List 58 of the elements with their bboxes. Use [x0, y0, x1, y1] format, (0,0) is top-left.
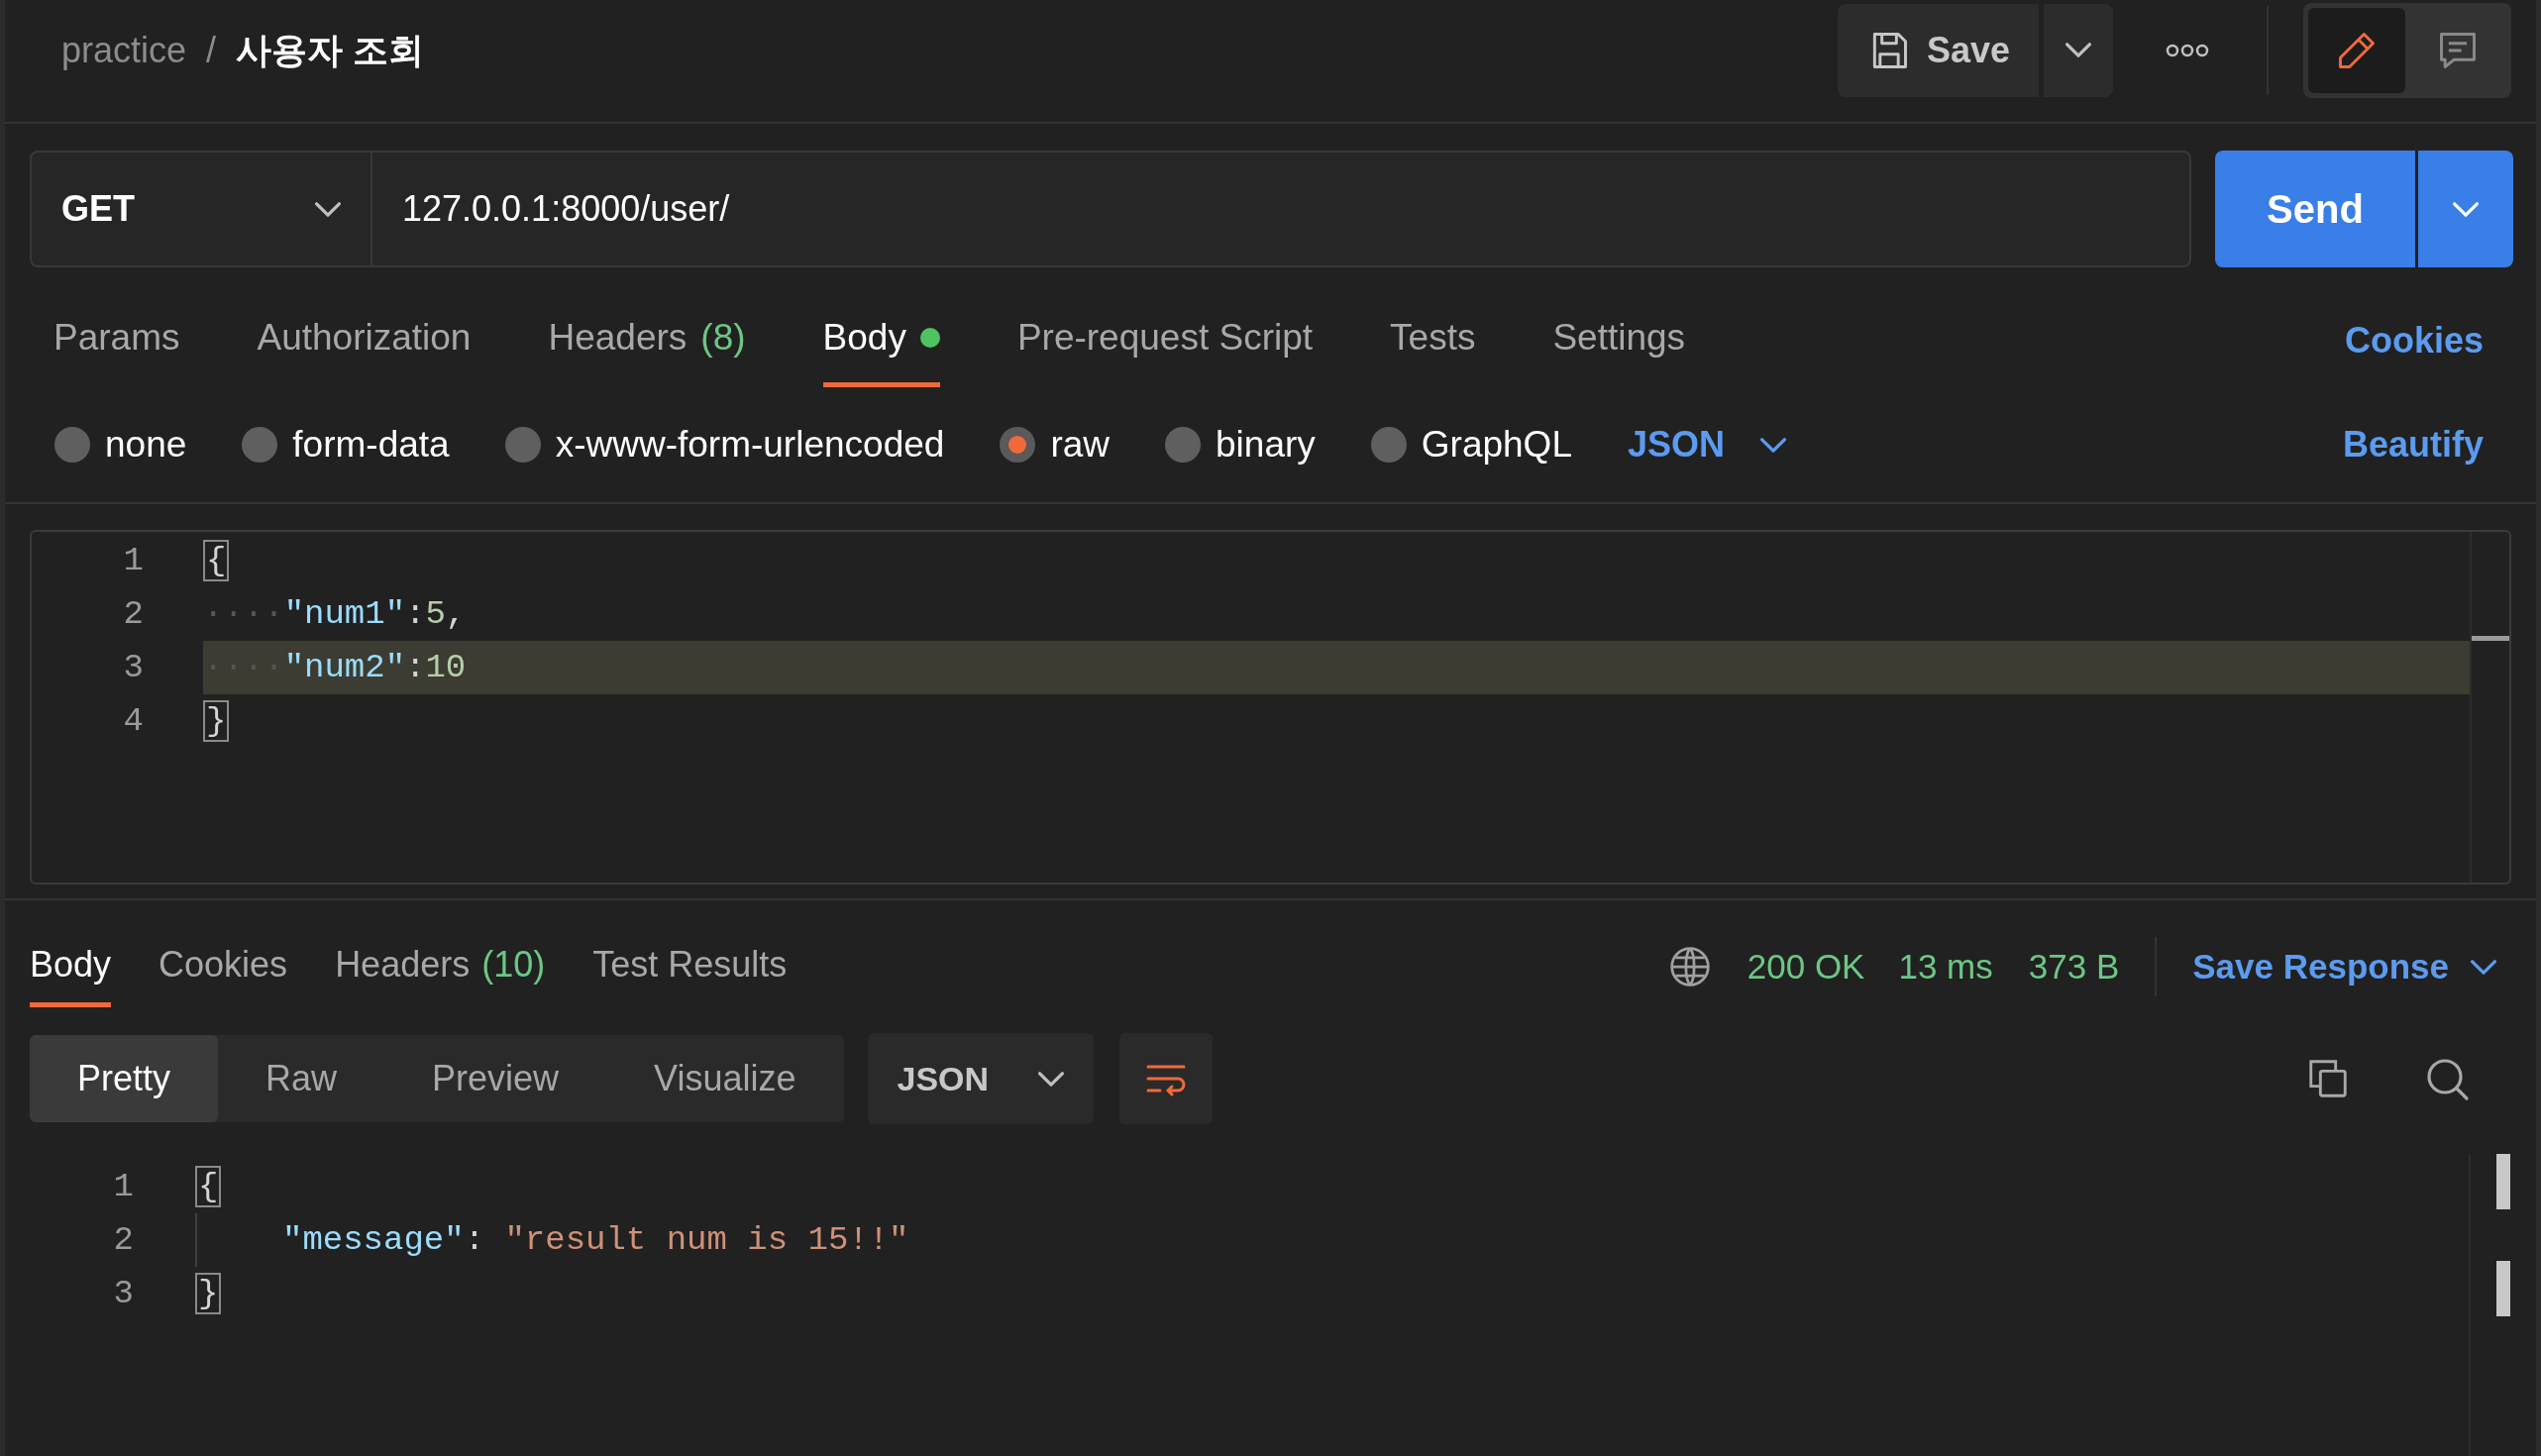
beautify-link[interactable]: Beautify	[2342, 418, 2484, 471]
status-code: 200 OK	[1747, 945, 1865, 988]
response-tab[interactable]: Body	[30, 926, 112, 1007]
globe-icon	[1667, 945, 1712, 988]
url-field[interactable]: 127.0.0.1:8000/user/	[372, 151, 2191, 267]
body-type-radio[interactable]: binary	[1165, 417, 1316, 472]
response-tab[interactable]: Cookies	[159, 926, 288, 1007]
body-type-radio[interactable]: raw	[1000, 417, 1110, 472]
code-line: ····"num1":5,	[203, 594, 468, 635]
save-button[interactable]: Save	[1838, 3, 2039, 97]
chevron-down-icon	[2471, 959, 2496, 975]
request-tab[interactable]: Authorization	[257, 293, 472, 387]
line-number: 2	[112, 1220, 134, 1261]
request-tab[interactable]: Tests	[1390, 293, 1476, 387]
request-tab[interactable]: Params	[53, 293, 180, 387]
request-tab[interactable]: Body	[822, 293, 940, 387]
code-line: {	[203, 534, 2470, 587]
collection-name[interactable]: practice	[61, 23, 187, 77]
code-line: }	[203, 694, 2470, 748]
chevron-down-icon	[315, 201, 341, 217]
request-tab[interactable]: Headers (8)	[548, 293, 746, 387]
save-response-button[interactable]: Save Response	[2192, 940, 2496, 993]
request-name[interactable]: 사용자 조회	[236, 23, 425, 77]
chevron-down-icon	[1760, 437, 1787, 453]
request-body-editor[interactable]: 1 { 2 ····"num1":5, 3 ····"num2":10 4 }	[30, 530, 2511, 884]
response-format-dropdown[interactable]: JSON	[867, 1033, 1094, 1124]
body-type-radio[interactable]: x-www-form-urlencoded	[504, 417, 945, 472]
line-number: 1	[122, 541, 144, 581]
view-mode-tab[interactable]: Pretty	[30, 1035, 219, 1122]
view-mode-tab[interactable]: Visualize	[606, 1035, 844, 1122]
response-tab[interactable]: Headers (10)	[335, 926, 546, 1007]
request-tab[interactable]: Settings	[1552, 293, 1686, 387]
cookies-link[interactable]: Cookies	[2344, 293, 2484, 387]
line-number: 2	[122, 594, 144, 635]
line-number: 4	[122, 701, 144, 742]
method-dropdown[interactable]: GET	[30, 151, 372, 267]
code-line: "message": "result num is 15!!"	[195, 1213, 909, 1267]
chevron-down-icon	[2453, 201, 2479, 217]
view-mode-tab[interactable]: Preview	[384, 1035, 607, 1122]
request-tab[interactable]: Pre-request Script	[1016, 293, 1314, 387]
response-tab[interactable]: Test Results	[592, 926, 788, 1007]
line-number: 3	[122, 648, 144, 688]
body-type-radio[interactable]: form-data	[242, 417, 450, 472]
body-type-radio[interactable]: none	[54, 417, 187, 472]
view-mode-tab[interactable]: Raw	[218, 1035, 385, 1122]
breadcrumb-separator: /	[206, 28, 217, 72]
edit-mode-button[interactable]	[2308, 7, 2405, 93]
send-button[interactable]: Send	[2215, 151, 2415, 267]
more-icon	[2166, 43, 2209, 57]
line-number: 3	[112, 1274, 134, 1314]
response-time: 13 ms	[1898, 945, 1993, 988]
format-dropdown[interactable]: JSON	[1628, 418, 1787, 471]
line-number: 1	[112, 1167, 134, 1207]
chevron-down-icon	[1037, 1071, 1064, 1087]
response-size: 373 B	[2028, 945, 2120, 988]
body-type-radio[interactable]: GraphQL	[1370, 417, 1572, 472]
wrap-lines-button[interactable]	[1118, 1033, 1213, 1124]
chevron-down-icon	[2065, 43, 2091, 57]
